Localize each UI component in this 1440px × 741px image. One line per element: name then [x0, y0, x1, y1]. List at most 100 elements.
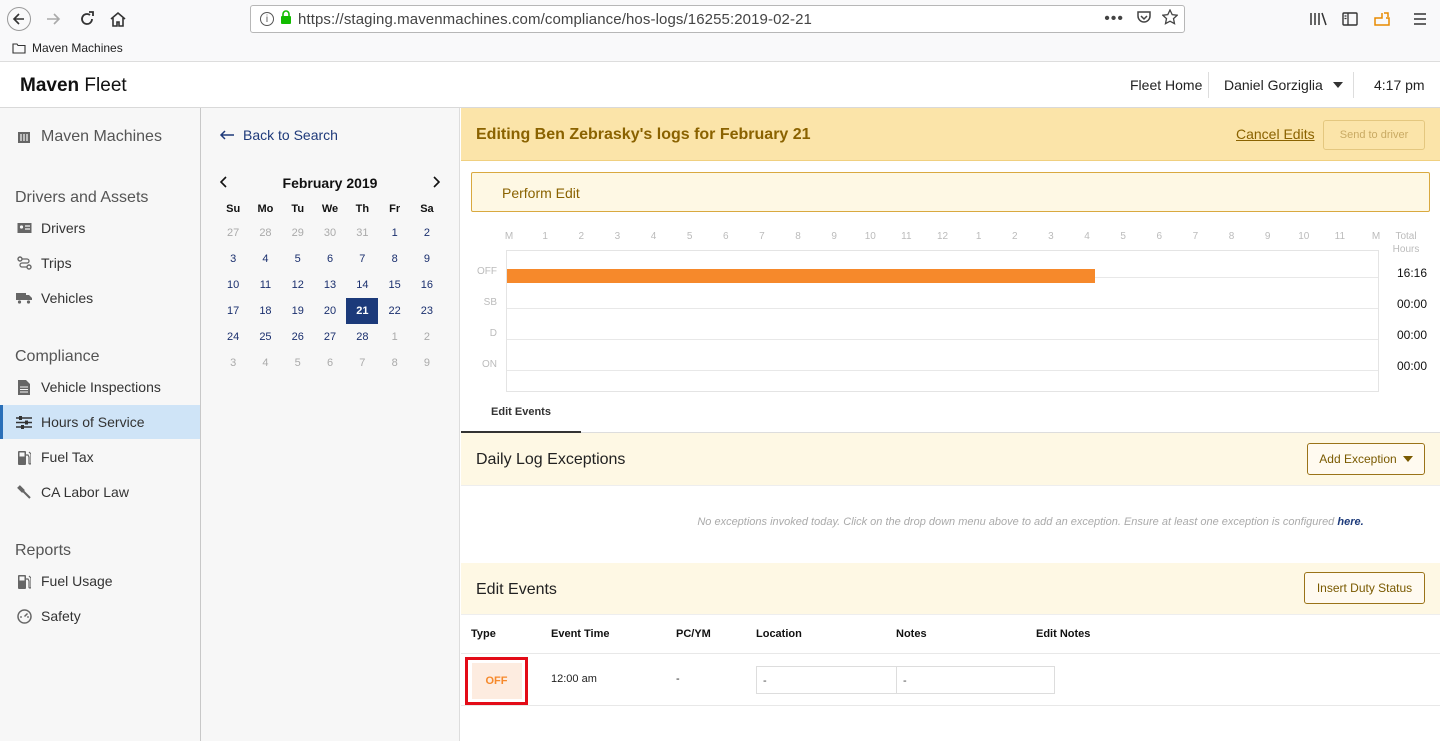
building-icon	[15, 128, 33, 146]
table-row[interactable]: OFF 12:00 am - - -	[461, 653, 1440, 706]
more-actions-icon[interactable]: •••	[1104, 10, 1124, 28]
library-icon[interactable]	[1306, 7, 1330, 31]
info-icon[interactable]: i	[260, 12, 274, 26]
calendar-day[interactable]: 19	[282, 298, 314, 324]
sidebar-item-ca-labor-law[interactable]: CA Labor Law	[0, 475, 200, 509]
sidebar-item-drivers[interactable]: Drivers	[0, 211, 200, 245]
calendar-day[interactable]: 27	[217, 220, 249, 246]
notes-field[interactable]: -	[896, 666, 1055, 694]
calendar-day[interactable]: 4	[249, 246, 281, 272]
send-to-driver-button[interactable]: Send to driver	[1323, 120, 1425, 150]
sidebar-item-vehicles[interactable]: Vehicles	[0, 281, 200, 315]
calendar-day[interactable]: 24	[217, 324, 249, 350]
sidebar-item-safety[interactable]: Safety	[0, 599, 200, 633]
calendar-day[interactable]: 28	[346, 324, 378, 350]
calendar-day[interactable]: 1	[378, 324, 410, 350]
here-link[interactable]: here.	[1337, 516, 1363, 528]
calendar-day[interactable]: 2	[411, 220, 443, 246]
bookmark-star-icon[interactable]	[1161, 8, 1179, 29]
hamburger-menu-icon[interactable]	[1408, 7, 1432, 31]
calendar-day[interactable]: 7	[346, 350, 378, 376]
calendar-day[interactable]: 7	[346, 246, 378, 272]
next-month-chevron-icon[interactable]	[432, 175, 441, 191]
hour-tick-label: 1	[975, 231, 982, 242]
calendar-day[interactable]: 28	[249, 220, 281, 246]
sidebar-item-vehicle-inspections[interactable]: Vehicle Inspections	[0, 370, 200, 404]
sidebar-toggle-icon[interactable]	[1338, 7, 1362, 31]
calendar-day[interactable]: 8	[378, 246, 410, 272]
calendar-day[interactable]: 14	[346, 272, 378, 298]
status-row-label: ON	[482, 359, 497, 370]
back-arrow-icon[interactable]	[7, 7, 31, 31]
lock-icon	[280, 10, 292, 28]
calendar-day[interactable]: 22	[378, 298, 410, 324]
calendar-day[interactable]: 23	[411, 298, 443, 324]
org-switcher[interactable]: Maven Machines	[0, 120, 200, 154]
back-to-search-link[interactable]: Back to Search	[219, 127, 338, 143]
cancel-edits-link[interactable]: Cancel Edits	[1236, 126, 1315, 142]
pocket-icon[interactable]	[1136, 10, 1152, 28]
bookmark-maven[interactable]: Maven Machines	[12, 41, 123, 55]
extension-icon[interactable]	[1370, 7, 1394, 31]
hour-tick-label: 4	[650, 231, 657, 242]
home-icon[interactable]	[106, 7, 130, 31]
calendar-day[interactable]: 4	[249, 350, 281, 376]
hour-tick-label: 12	[936, 231, 949, 242]
duty-status-bar[interactable]	[507, 269, 1095, 283]
tab-edit-events[interactable]: Edit Events	[461, 392, 581, 433]
add-exception-button[interactable]: Add Exception	[1307, 443, 1425, 475]
calendar-day[interactable]: 1	[378, 220, 410, 246]
sidebar-item-hours-of-service[interactable]: Hours of Service	[0, 405, 200, 439]
column-header-event-time: Event Time	[551, 628, 610, 640]
status-badge[interactable]: OFF	[471, 663, 522, 699]
type-highlight[interactable]: OFF	[465, 657, 528, 705]
calendar-day-selected[interactable]: 21	[346, 298, 379, 324]
hour-tick-label: 9	[831, 231, 837, 242]
user-menu[interactable]: Daniel Gorziglia	[1224, 62, 1343, 108]
forward-arrow-icon[interactable]	[41, 7, 65, 31]
calendar-day[interactable]: 5	[282, 350, 314, 376]
location-field[interactable]: -	[756, 666, 897, 694]
calendar-day[interactable]: 2	[411, 324, 443, 350]
calendar-day[interactable]: 16	[411, 272, 443, 298]
calendar-day[interactable]: 25	[249, 324, 281, 350]
calendar-day[interactable]: 6	[314, 246, 346, 272]
calendar-day[interactable]: 17	[217, 298, 249, 324]
brand-logo[interactable]: Maven Fleet	[20, 75, 127, 97]
hour-tick-label: M	[1371, 231, 1381, 242]
calendar-day[interactable]: 12	[282, 272, 314, 298]
fleet-home-link[interactable]: Fleet Home	[1130, 62, 1202, 108]
calendar-day[interactable]: 8	[378, 350, 410, 376]
sidebar-item-fuel-usage[interactable]: Fuel Usage	[0, 564, 200, 598]
calendar-day[interactable]: 5	[282, 246, 314, 272]
calendar-day[interactable]: 11	[249, 272, 281, 298]
hour-tick-label: 3	[614, 231, 621, 242]
calendar-day[interactable]: 31	[346, 220, 378, 246]
sidebar-item-fuel-tax[interactable]: Fuel Tax	[0, 440, 200, 474]
url-text: https://staging.mavenmachines.com/compli…	[298, 10, 812, 28]
calendar-day[interactable]: 3	[217, 246, 249, 272]
calendar-day[interactable]: 10	[217, 272, 249, 298]
calendar-day[interactable]: 9	[411, 350, 443, 376]
calendar-day[interactable]: 29	[282, 220, 314, 246]
hour-tick-label: 5	[686, 231, 693, 242]
calendar-day[interactable]: 3	[217, 350, 249, 376]
calendar-day[interactable]: 18	[249, 298, 281, 324]
sidebar-item-trips[interactable]: Trips	[0, 246, 200, 280]
reload-icon[interactable]	[75, 7, 99, 31]
calendar-day[interactable]: 26	[282, 324, 314, 350]
insert-duty-status-button[interactable]: Insert Duty Status	[1304, 572, 1425, 604]
calendar-day[interactable]: 6	[314, 350, 346, 376]
prev-month-chevron-icon[interactable]	[219, 175, 228, 191]
calendar-day[interactable]: 20	[314, 298, 346, 324]
calendar-day[interactable]: 15	[378, 272, 410, 298]
calendar-day[interactable]: 9	[411, 246, 443, 272]
calendar-day[interactable]: 30	[314, 220, 346, 246]
hour-tick-label: 1	[542, 231, 548, 242]
address-bar[interactable]: i https://staging.mavenmachines.com/comp…	[250, 5, 1185, 33]
hour-tick-label: 11	[901, 231, 912, 242]
calendar-day[interactable]: 13	[314, 272, 346, 298]
back-label: Back to Search	[243, 127, 338, 143]
calendar-day[interactable]: 27	[314, 324, 346, 350]
perform-edit-button[interactable]: Perform Edit	[471, 172, 1430, 212]
